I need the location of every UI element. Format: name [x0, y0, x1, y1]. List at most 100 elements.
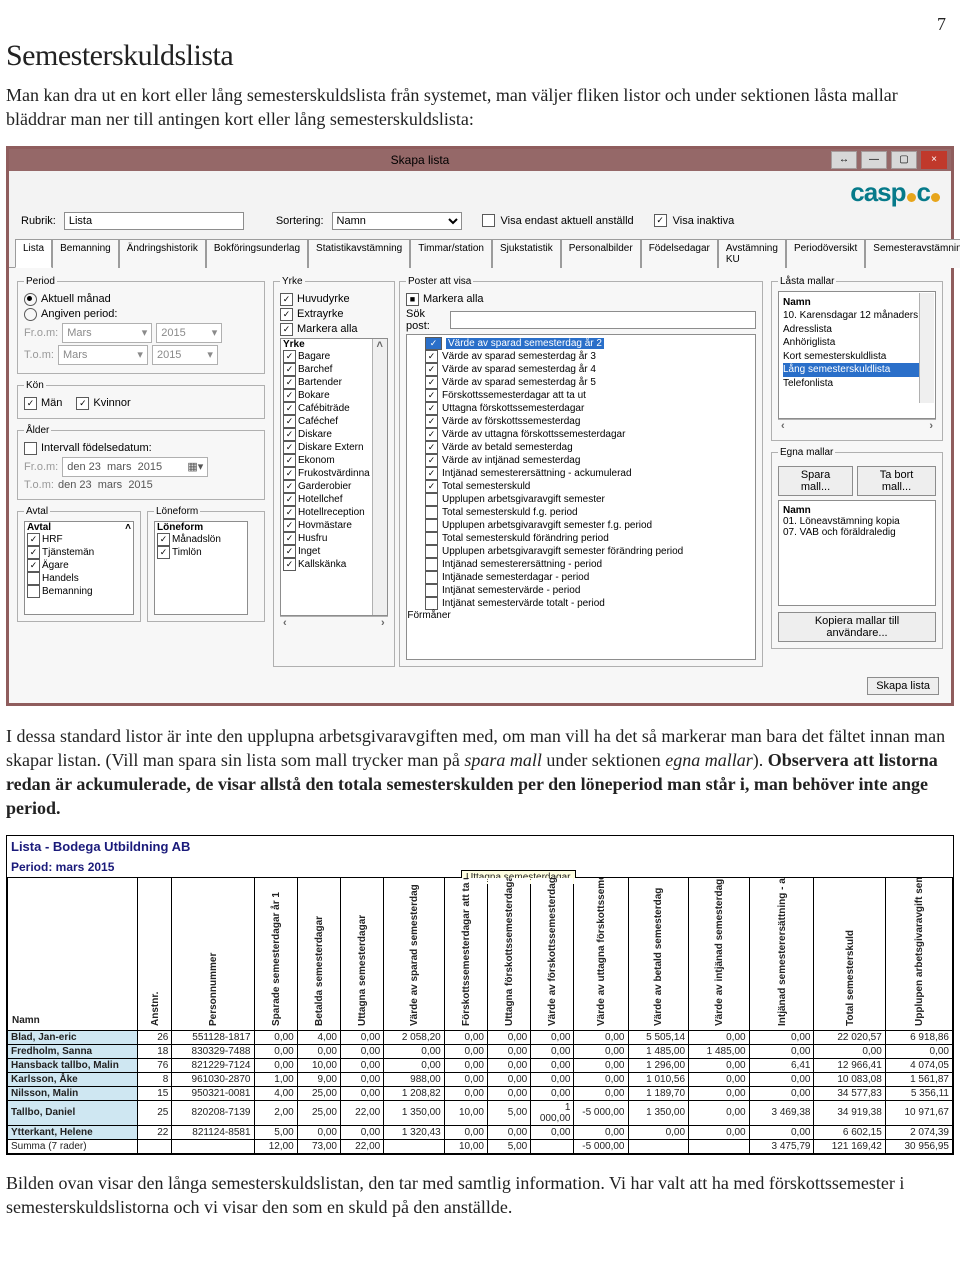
- window-maximize-icon[interactable]: ▢: [891, 151, 917, 169]
- tab-bokföringsunderlag[interactable]: Bokföringsunderlag: [206, 239, 308, 268]
- markall-poster-checkbox[interactable]: [406, 293, 419, 306]
- tree-node[interactable]: Värde av betald semesterdag: [425, 441, 755, 454]
- list-item[interactable]: Ägare: [25, 559, 133, 572]
- tree-node[interactable]: Värde av intjänad semesterdag: [425, 454, 755, 467]
- tree-node[interactable]: Intjänat semestervärde - period: [425, 584, 755, 597]
- lasta-scrollbar[interactable]: [919, 293, 934, 403]
- tab-semesteravstämning[interactable]: Semesteravstämning: [865, 239, 960, 268]
- from-year-combo[interactable]: 2015▾: [156, 323, 222, 343]
- man-checkbox[interactable]: [24, 397, 37, 410]
- yrke-scroll-right-icon[interactable]: ›: [381, 617, 385, 631]
- list-item[interactable]: Tjänstemän: [25, 546, 133, 559]
- huvudyrke-checkbox[interactable]: [280, 293, 293, 306]
- tree-node[interactable]: Intjänad semesterersättning - ackumulera…: [425, 467, 755, 480]
- lasta-listbox[interactable]: Namn10. Karensdagar 12 månadersAdresslis…: [778, 291, 936, 419]
- list-item[interactable]: 10. Karensdagar 12 månaders: [783, 309, 931, 323]
- list-item[interactable]: Hovmästare: [281, 519, 372, 532]
- list-item[interactable]: Diskare Extern: [281, 441, 372, 454]
- tab-timmar/station[interactable]: Timmar/station: [410, 239, 492, 268]
- tree-node[interactable]: Värde av sparad semesterdag år 5: [425, 376, 755, 389]
- list-item[interactable]: Telefonlista: [783, 377, 931, 391]
- extrayrke-checkbox[interactable]: [280, 308, 293, 321]
- list-item[interactable]: Husfru: [281, 532, 372, 545]
- tabort-mall-button[interactable]: Ta bort mall...: [857, 466, 936, 496]
- list-item[interactable]: Hotellreception: [281, 506, 372, 519]
- to-year-combo[interactable]: 2015▾: [152, 345, 218, 365]
- list-item[interactable]: Adresslista: [783, 323, 931, 337]
- markall-yrke-checkbox[interactable]: [280, 323, 293, 336]
- tree-branch[interactable]: ⊞ Förmåner: [409, 610, 755, 621]
- egna-listbox[interactable]: Namn01. Löneavstämning kopia07. VAB och …: [778, 500, 936, 606]
- tab-periodöversikt[interactable]: Periodöversikt: [786, 239, 865, 268]
- list-item[interactable]: Cafébiträde: [281, 402, 372, 415]
- list-item[interactable]: Kort semesterskuldlista: [783, 350, 931, 364]
- tree-node[interactable]: Intjänade semesterdagar - period: [425, 571, 755, 584]
- list-item[interactable]: Kallskänka: [281, 558, 372, 571]
- avtal-listbox[interactable]: Avtal ˄HRFTjänstemänÄgareHandelsBemannin…: [24, 521, 134, 615]
- tab-födelsedagar[interactable]: Födelsedagar: [641, 239, 718, 268]
- window-minimize-icon[interactable]: —: [861, 151, 887, 169]
- aktuell-radio[interactable]: [24, 293, 37, 306]
- tree-node[interactable]: Värde av sparad semesterdag år 3: [425, 350, 755, 363]
- list-item[interactable]: Ekonom: [281, 454, 372, 467]
- lasta-scroll-left-icon[interactable]: ‹: [781, 420, 785, 434]
- list-item[interactable]: 01. Löneavstämning kopia: [783, 516, 931, 527]
- lasta-scroll-right-icon[interactable]: ›: [929, 420, 933, 434]
- yrke-listbox[interactable]: YrkeBagareBarchefBartenderBokareCafébitr…: [281, 339, 372, 615]
- tree-node[interactable]: Värde av sparad semesterdag år 4: [425, 363, 755, 376]
- sortering-select[interactable]: Namn: [332, 212, 462, 230]
- tab-lista[interactable]: Lista: [15, 239, 52, 268]
- tree-node[interactable]: Intjänad semesterersättning - period: [425, 558, 755, 571]
- yrke-scroll-left-icon[interactable]: ‹: [283, 617, 287, 631]
- visa-aktuell-checkbox[interactable]: [482, 214, 495, 227]
- list-item[interactable]: Bokare: [281, 389, 372, 402]
- tab-personalbilder[interactable]: Personalbilder: [561, 239, 641, 268]
- kopiera-mallar-button[interactable]: Kopiera mallar till användare...: [778, 612, 936, 642]
- list-item[interactable]: Timlön: [155, 546, 247, 559]
- tree-node[interactable]: Intjänat semestervärde totalt - period: [425, 597, 755, 610]
- tree-node[interactable]: Total semesterskuld: [425, 480, 755, 493]
- tree-node[interactable]: Upplupen arbetsgivaravgift semester förä…: [425, 545, 755, 558]
- tab-sjukstatistik[interactable]: Sjukstatistik: [492, 239, 561, 268]
- to-month-combo[interactable]: Mars▾: [58, 345, 148, 365]
- from-month-combo[interactable]: Mars▾: [62, 323, 152, 343]
- tab-ändringshistorik[interactable]: Ändringshistorik: [119, 239, 206, 268]
- tree-node[interactable]: Upplupen arbetsgivaravgift semester f.g.…: [425, 519, 755, 532]
- yrke-scroll-up-icon[interactable]: ˄: [372, 339, 387, 615]
- list-item[interactable]: Handels: [25, 572, 133, 585]
- list-item[interactable]: HRF: [25, 533, 133, 546]
- tab-bemanning[interactable]: Bemanning: [52, 239, 119, 268]
- intervall-checkbox[interactable]: [24, 442, 37, 455]
- window-expand-icon[interactable]: ↔: [831, 151, 857, 169]
- list-item[interactable]: Inget: [281, 545, 372, 558]
- visa-inaktiva-checkbox[interactable]: [654, 214, 667, 227]
- tree-node[interactable]: Förskottssemesterdagar att ta ut: [425, 389, 755, 402]
- list-item[interactable]: 07. VAB och föräldraledig: [783, 527, 931, 538]
- tab-avstämning ku[interactable]: Avstämning KU: [718, 239, 786, 268]
- poster-tree[interactable]: Värde av sparad semesterdag år 2Värde av…: [406, 334, 756, 660]
- list-item[interactable]: Hotellchef: [281, 493, 372, 506]
- list-item[interactable]: Bemanning: [25, 585, 133, 598]
- sokpost-input[interactable]: [450, 311, 756, 329]
- list-item[interactable]: Lång semesterskuldlista: [783, 363, 931, 377]
- tree-node[interactable]: Värde av förskottssemesterdag: [425, 415, 755, 428]
- rubrik-input[interactable]: [64, 212, 244, 230]
- list-item[interactable]: Anhöriglista: [783, 336, 931, 350]
- list-item[interactable]: Caféchef: [281, 415, 372, 428]
- tree-node[interactable]: Total semesterskuld f.g. period: [425, 506, 755, 519]
- list-item[interactable]: Månadslön: [155, 533, 247, 546]
- list-item[interactable]: Barchef: [281, 363, 372, 376]
- list-item[interactable]: Frukostvärdinna: [281, 467, 372, 480]
- angiven-radio[interactable]: [24, 308, 37, 321]
- window-close-icon[interactable]: ×: [921, 151, 947, 169]
- spara-mall-button[interactable]: Spara mall...: [778, 466, 853, 496]
- tab-statistikavstämning[interactable]: Statistikavstämning: [308, 239, 410, 268]
- list-item[interactable]: Bartender: [281, 376, 372, 389]
- skapa-lista-button[interactable]: Skapa lista: [867, 677, 939, 695]
- list-item[interactable]: Bagare: [281, 350, 372, 363]
- tree-node[interactable]: Upplupen arbetsgivaravgift semester: [425, 493, 755, 506]
- tree-node[interactable]: Värde av uttagna förskottssemesterdagar: [425, 428, 755, 441]
- tree-node[interactable]: Värde av sparad semesterdag år 2: [425, 337, 755, 350]
- kvinnor-checkbox[interactable]: [76, 397, 89, 410]
- list-item[interactable]: Diskare: [281, 428, 372, 441]
